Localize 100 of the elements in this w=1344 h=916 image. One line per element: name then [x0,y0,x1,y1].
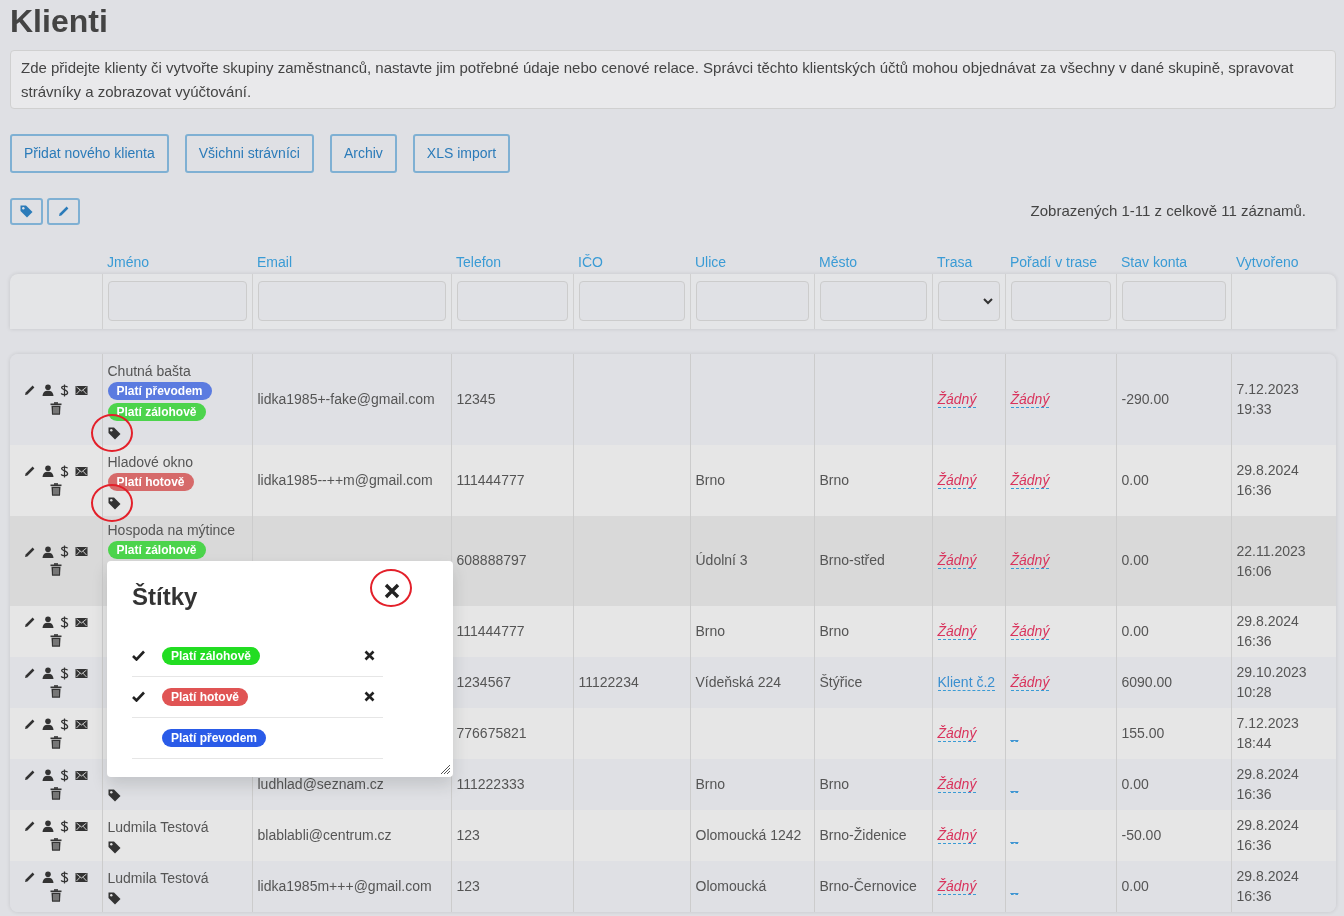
action-button[interactable]: Přidat nového klienta [10,133,169,173]
column-header[interactable]: Stav konta [1121,254,1188,271]
mail-icon[interactable] [74,616,88,628]
edit-icon[interactable] [23,820,36,833]
route-link[interactable]: Žádný [937,724,977,742]
dollar-icon[interactable] [59,717,69,731]
column-header[interactable]: Email [257,254,292,271]
dollar-icon[interactable] [59,819,69,833]
edit-button[interactable] [47,197,80,225]
dollar-icon[interactable] [59,615,69,629]
filter-field[interactable] [456,281,568,322]
edit-icon[interactable] [23,769,36,782]
client-name: Hladové okno [107,452,195,471]
column-header[interactable]: Pořadí v trase [1010,254,1098,271]
remove-icon[interactable] [364,650,375,662]
person-icon[interactable] [41,616,54,629]
mail-icon[interactable] [74,465,88,477]
action-button[interactable]: XLS import [412,133,511,173]
filter-field[interactable] [695,281,809,322]
column-header[interactable]: Trasa [937,254,973,271]
route-link[interactable]: Žádný [937,390,977,408]
person-icon[interactable] [41,465,54,478]
dollar-icon[interactable] [59,383,69,397]
mail-icon[interactable] [74,769,88,781]
person-icon[interactable] [41,545,54,558]
person-icon[interactable] [41,769,54,782]
filter-field[interactable] [1121,281,1226,322]
filter-field[interactable] [578,281,685,322]
tag-option[interactable]: Platí hotově [162,687,248,706]
delete-icon[interactable] [49,735,62,749]
route-link[interactable]: Žádný [937,552,977,570]
edit-icon[interactable] [23,465,36,478]
route-link[interactable]: Žádný [1010,673,1050,691]
remove-icon[interactable] [364,691,375,703]
column-header[interactable]: Ulice [695,254,727,271]
column-header[interactable]: IČO [578,254,603,271]
tag-icon[interactable] [107,788,121,802]
column-header[interactable]: Telefon [456,254,502,271]
route-link[interactable]: _ [1010,775,1019,793]
mail-icon[interactable] [74,718,88,730]
route-link[interactable]: _ [1010,724,1019,742]
column-header[interactable]: Město [819,254,858,271]
route-link[interactable]: _ [1010,826,1019,844]
tag-icon[interactable] [107,840,121,854]
mail-icon[interactable] [74,384,88,396]
filter-field[interactable] [257,281,446,322]
time-text: 10:28 [1236,683,1273,703]
edit-icon[interactable] [23,871,36,884]
route-link[interactable]: Žádný [1010,552,1050,570]
column-header[interactable]: Jméno [107,254,150,271]
filter-field[interactable] [1010,281,1111,322]
tag-icon[interactable] [107,496,121,510]
edit-icon[interactable] [23,545,36,558]
route-link[interactable]: Žádný [937,622,977,640]
dollar-icon[interactable] [59,768,69,782]
mail-icon[interactable] [74,667,88,679]
filter-field[interactable] [819,281,927,322]
tag-button[interactable] [10,197,43,225]
person-icon[interactable] [41,820,54,833]
person-icon[interactable] [41,384,54,397]
delete-icon[interactable] [49,684,62,698]
route-link[interactable]: Žádný [1010,471,1050,489]
person-icon[interactable] [41,871,54,884]
column-header[interactable]: Vytvořeno [1236,254,1299,271]
route-link[interactable]: Žádný [937,826,977,844]
dollar-icon[interactable] [59,464,69,478]
route-link[interactable]: Klient č.2 [937,673,996,691]
tag-option[interactable]: Platí zálohově [162,646,261,665]
dollar-icon[interactable] [59,666,69,680]
edit-icon[interactable] [23,667,36,680]
dollar-icon[interactable] [59,870,69,884]
delete-icon[interactable] [49,482,62,496]
mail-icon[interactable] [74,871,88,883]
delete-icon[interactable] [49,888,62,902]
edit-icon[interactable] [23,384,36,397]
route-link[interactable]: Žádný [937,877,977,895]
person-icon[interactable] [41,667,54,680]
resize-grip-icon[interactable] [440,764,451,775]
filter-field[interactable] [107,281,247,322]
route-link[interactable]: Žádný [937,775,977,793]
delete-icon[interactable] [49,786,62,800]
delete-icon[interactable] [49,633,62,647]
route-link[interactable]: Žádný [1010,390,1050,408]
delete-icon[interactable] [49,563,62,577]
route-link[interactable]: Žádný [937,471,977,489]
edit-icon[interactable] [23,718,36,731]
mail-icon[interactable] [74,546,88,558]
route-link[interactable]: Žádný [1010,622,1050,640]
tag-icon[interactable] [107,426,121,440]
tag-option[interactable]: Platí převodem [162,728,267,747]
action-button[interactable]: Archiv [329,133,397,173]
action-button[interactable]: Všichni strávníci [184,133,314,173]
edit-icon[interactable] [23,616,36,629]
delete-icon[interactable] [49,401,62,415]
person-icon[interactable] [41,718,54,731]
mail-icon[interactable] [74,820,88,832]
route-link[interactable]: _ [1010,877,1019,895]
dollar-icon[interactable] [59,545,69,559]
tag-icon[interactable] [107,891,121,905]
delete-icon[interactable] [49,837,62,851]
